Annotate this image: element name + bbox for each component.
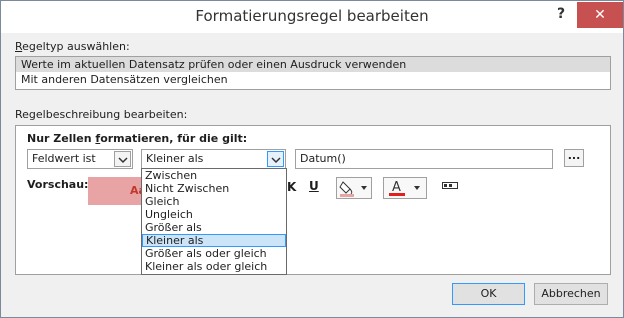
dialog-title: Formatierungsregel bearbeiten	[195, 7, 429, 25]
expression-builder-button[interactable]: ...	[564, 149, 584, 167]
condition-value-input[interactable]: Datum()	[295, 149, 553, 169]
help-button[interactable]: ?	[548, 3, 574, 25]
operator-combo-value: Kleiner als	[146, 152, 204, 165]
edit-rule-dialog: Formatierungsregel bearbeiten ? ✕ Regelt…	[0, 0, 624, 318]
rule-type-list[interactable]: Werte im aktuellen Datensatz prüfen oder…	[15, 56, 611, 90]
operator-dropdown-list[interactable]: Zwischen Nicht Zwischen Gleich Ungleich …	[141, 168, 287, 275]
svg-text:A: A	[392, 180, 401, 195]
dropdown-option-kleiner-als[interactable]: Kleiner als	[142, 234, 286, 247]
field-value-combo-value: Feldwert ist	[32, 152, 96, 165]
conditional-format-icon[interactable]	[442, 180, 458, 193]
font-color-icon: A	[389, 180, 420, 196]
dropdown-option-zwischen[interactable]: Zwischen	[142, 169, 286, 182]
dropdown-option-gleich[interactable]: Gleich	[142, 195, 286, 208]
field-value-combo[interactable]: Feldwert ist	[27, 149, 133, 169]
rule-type-label: Regeltyp auswählen:	[15, 40, 130, 53]
font-color-button[interactable]: A	[383, 177, 427, 199]
dropdown-option-kleiner-gleich[interactable]: Kleiner als oder gleich	[142, 260, 286, 273]
close-button[interactable]: ✕	[577, 2, 623, 28]
underline-button[interactable]: U	[309, 179, 319, 193]
ok-button[interactable]: OK	[452, 283, 525, 305]
fill-color-button[interactable]	[336, 177, 372, 199]
condition-value-text: Datum()	[300, 152, 346, 165]
operator-combo[interactable]: Kleiner als	[141, 149, 286, 169]
preview-label: Vorschau:	[27, 178, 89, 191]
rule-type-item-values[interactable]: Werte im aktuellen Datensatz prüfen oder…	[16, 57, 610, 72]
condition-label: Nur Zellen formatieren, für die gilt:	[27, 132, 248, 145]
chevron-down-icon[interactable]	[267, 151, 284, 167]
cancel-button[interactable]: Abbrechen	[534, 283, 608, 305]
description-label: Regelbeschreibung bearbeiten:	[15, 108, 188, 121]
chevron-down-icon[interactable]	[114, 151, 131, 167]
strikethrough-button[interactable]: K	[287, 180, 296, 194]
title-bar: Formatierungsregel bearbeiten ? ✕	[1, 1, 623, 33]
dropdown-option-groesser-gleich[interactable]: Größer als oder gleich	[142, 247, 286, 260]
rule-type-item-compare[interactable]: Mit anderen Datensätzen vergleichen	[16, 72, 610, 87]
paint-bucket-icon	[339, 181, 367, 197]
dropdown-option-groesser-als[interactable]: Größer als	[142, 221, 286, 234]
dropdown-option-ungleich[interactable]: Ungleich	[142, 208, 286, 221]
dropdown-option-nicht-zwischen[interactable]: Nicht Zwischen	[142, 182, 286, 195]
